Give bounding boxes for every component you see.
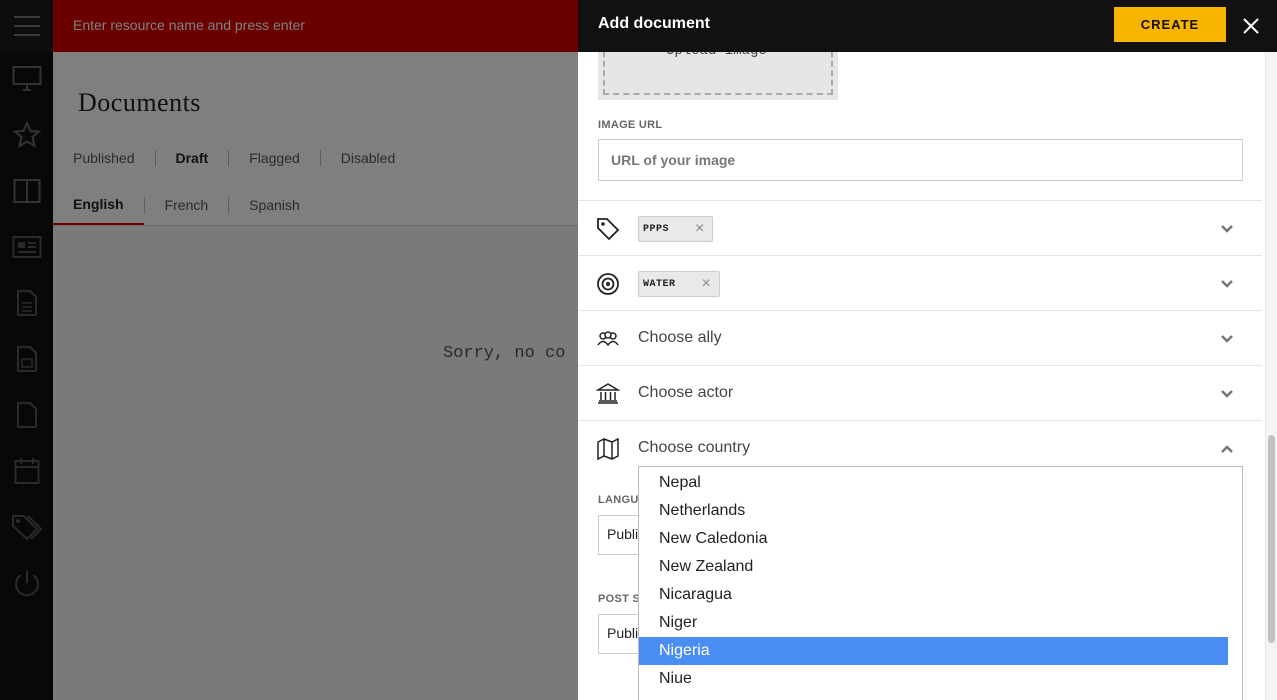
modal-scrollbar[interactable] [1265, 52, 1277, 700]
actor-field[interactable]: Choose actor [578, 365, 1262, 420]
chevron-down-icon[interactable] [1219, 386, 1235, 402]
tag-icon [597, 218, 620, 241]
tag-chip-label: PPPS [643, 223, 670, 235]
scrollbar-thumb[interactable] [1268, 435, 1275, 643]
institution-icon [596, 383, 620, 404]
remove-target-icon[interactable]: × [702, 276, 711, 292]
country-option-selected[interactable]: Nigeria [639, 637, 1228, 665]
country-option[interactable]: Niger [639, 609, 1228, 637]
group-icon [597, 331, 619, 347]
image-url-label: IMAGE URL [598, 119, 663, 131]
target-icon [597, 273, 619, 295]
ally-field[interactable]: Choose ally [578, 310, 1262, 365]
country-option[interactable]: Niue [639, 665, 1228, 693]
close-icon[interactable] [1238, 13, 1264, 39]
chevron-up-icon[interactable] [1219, 441, 1235, 457]
modal-header: Add document CREATE [578, 0, 1277, 52]
map-icon [597, 437, 619, 461]
create-button[interactable]: CREATE [1114, 7, 1226, 42]
country-dropdown: Nepal Netherlands New Caledonia New Zeal… [638, 466, 1243, 700]
country-option[interactable]: Netherlands [639, 497, 1228, 525]
target-chip: WATER × [638, 271, 720, 297]
image-url-input[interactable] [598, 139, 1243, 181]
country-option[interactable]: Nicaragua [639, 581, 1228, 609]
remove-tag-icon[interactable]: × [695, 221, 704, 237]
country-option[interactable]: New Zealand [639, 553, 1228, 581]
chevron-down-icon[interactable] [1219, 221, 1235, 237]
chevron-down-icon[interactable] [1219, 276, 1235, 292]
modal-backdrop[interactable] [0, 0, 578, 700]
target-chip-label: WATER [643, 278, 676, 290]
tag-chip: PPPS × [638, 216, 714, 242]
country-placeholder: Choose country [638, 439, 751, 456]
upload-image-dropzone[interactable]: Upload image [598, 42, 838, 100]
actor-placeholder: Choose actor [638, 384, 734, 401]
target-field[interactable]: WATER × [578, 255, 1262, 310]
country-option[interactable]: New Caledonia [639, 525, 1228, 553]
country-option[interactable]: Nepal [639, 469, 1228, 497]
tags-field[interactable]: PPPS × [578, 200, 1262, 255]
modal-title: Add document [598, 15, 710, 32]
chevron-down-icon[interactable] [1219, 331, 1235, 347]
ally-placeholder: Choose ally [638, 329, 722, 346]
